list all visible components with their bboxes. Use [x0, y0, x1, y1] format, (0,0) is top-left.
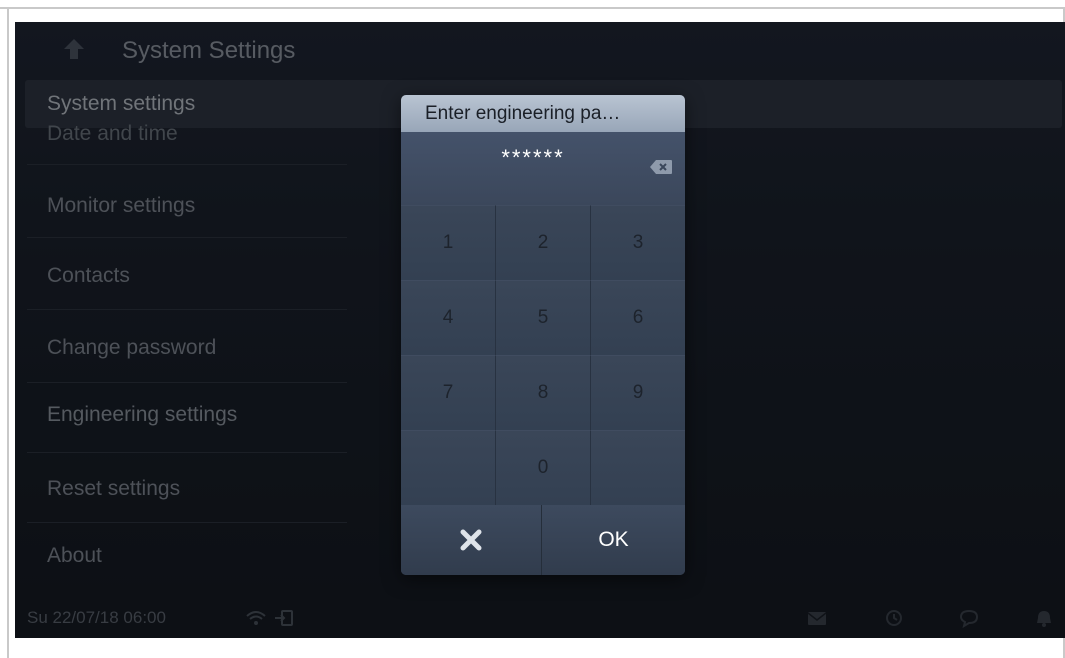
dialog-title: Enter engineering pa…	[425, 103, 621, 124]
key-6[interactable]: 6	[591, 280, 685, 355]
dialog-buttons: OK	[401, 505, 685, 575]
ok-button[interactable]: OK	[542, 505, 685, 575]
menu-item-contacts[interactable]: Contacts	[47, 264, 130, 288]
ok-button-label: OK	[598, 528, 629, 551]
menu-item-date-time[interactable]: Date and time	[47, 122, 178, 146]
key-7[interactable]: 7	[401, 355, 496, 430]
back-arrow-icon[interactable]	[61, 36, 87, 62]
dialog-header: Enter engineering pa…	[401, 95, 685, 132]
section-title: System settings	[47, 92, 196, 115]
divider	[27, 522, 347, 523]
backspace-icon[interactable]	[649, 159, 673, 175]
wifi-icon	[246, 611, 266, 625]
key-2[interactable]: 2	[496, 205, 591, 280]
keypad: 1 2 3 4 5 6 7 8 9 0	[401, 205, 685, 505]
key-9[interactable]: 9	[591, 355, 685, 430]
divider	[27, 309, 347, 310]
key-4[interactable]: 4	[401, 280, 496, 355]
password-mask: ******	[501, 145, 565, 170]
title-bar: System Settings	[15, 22, 1065, 78]
window-frame-left	[7, 7, 9, 658]
divider	[27, 452, 347, 453]
close-icon	[460, 529, 482, 551]
key-1[interactable]: 1	[401, 205, 496, 280]
key-blank-left	[401, 430, 496, 505]
status-datetime: Su 22/07/18 06:00	[27, 608, 166, 627]
page-title: System Settings	[122, 37, 296, 64]
key-8[interactable]: 8	[496, 355, 591, 430]
bell-icon[interactable]	[1033, 608, 1055, 628]
divider	[27, 382, 347, 383]
menu-item-change-password[interactable]: Change password	[47, 336, 216, 360]
clock-icon[interactable]	[883, 608, 905, 628]
menu-item-about[interactable]: About	[47, 544, 102, 568]
key-0[interactable]: 0	[496, 430, 591, 505]
login-icon	[275, 610, 293, 626]
menu-item-monitor-settings[interactable]: Monitor settings	[47, 194, 195, 218]
divider	[27, 237, 347, 238]
password-field[interactable]: ******	[401, 132, 685, 205]
cancel-button[interactable]	[401, 505, 542, 575]
mail-icon[interactable]	[806, 608, 828, 628]
key-5[interactable]: 5	[496, 280, 591, 355]
menu-item-reset-settings[interactable]: Reset settings	[47, 477, 180, 501]
key-blank-right	[591, 430, 685, 505]
chat-icon[interactable]	[958, 608, 980, 628]
key-3[interactable]: 3	[591, 205, 685, 280]
status-bar: Su 22/07/18 06:00	[15, 596, 1065, 638]
menu-item-engineering-settings[interactable]: Engineering settings	[47, 403, 237, 427]
window-frame-top	[0, 7, 1065, 9]
divider	[27, 164, 347, 165]
password-dialog: Enter engineering pa… ****** 1 2 3 4 5 6…	[401, 95, 685, 575]
